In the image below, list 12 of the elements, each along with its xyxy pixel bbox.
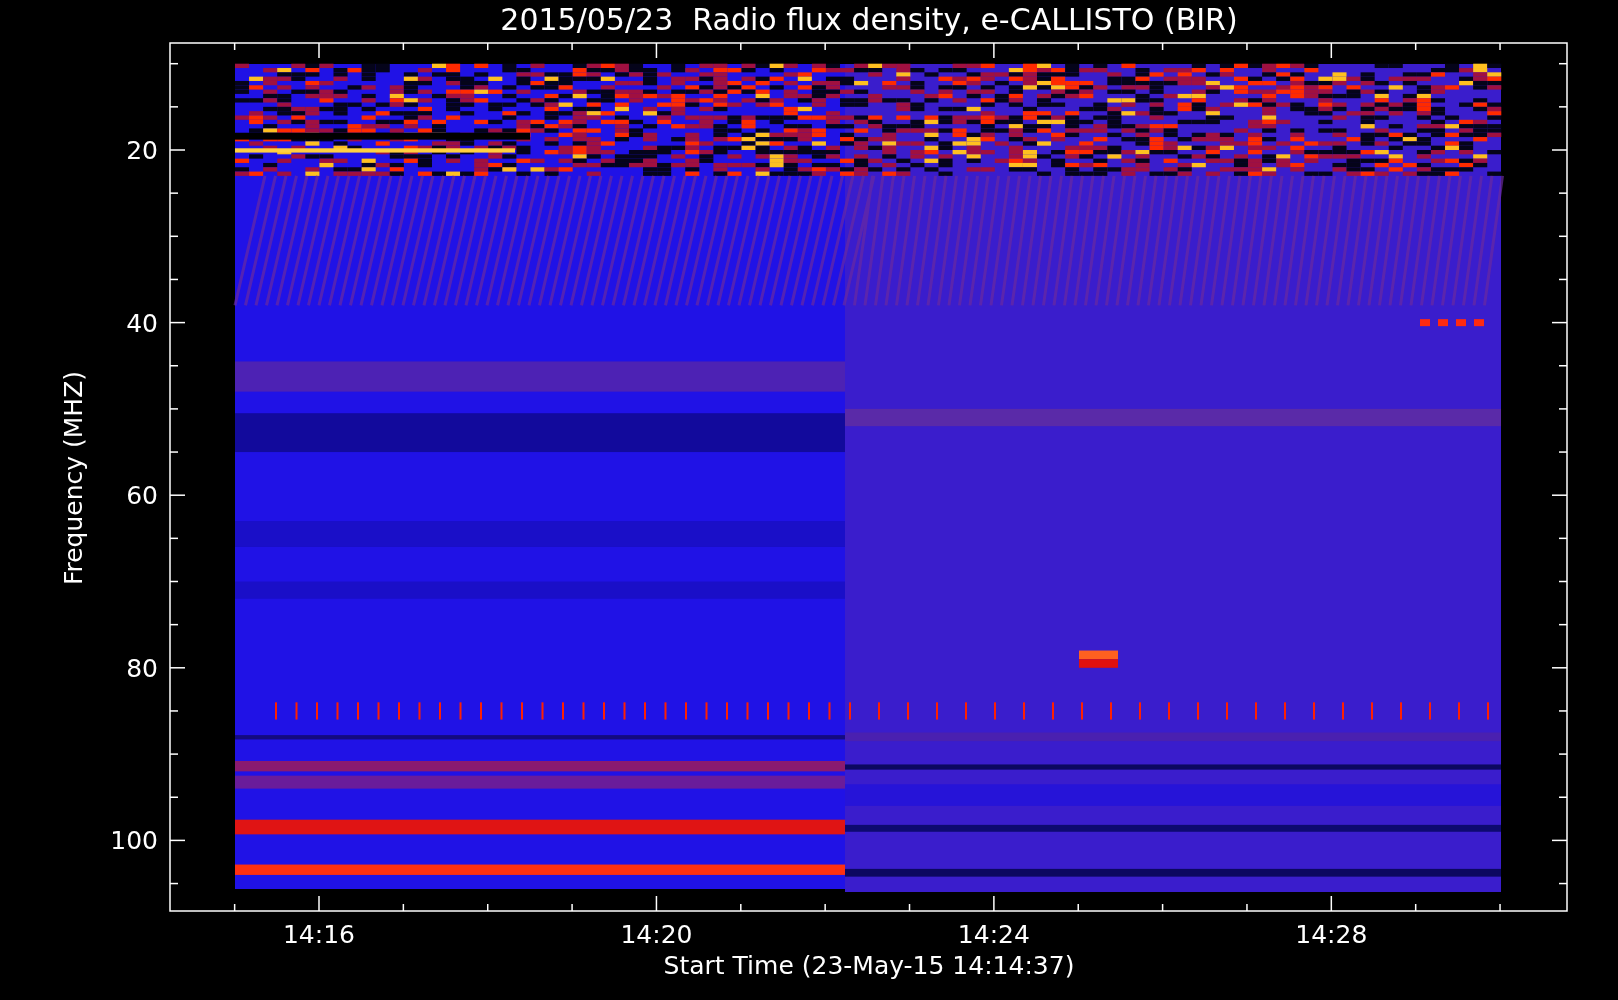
y-tick-label: 40	[126, 308, 158, 338]
y-tick-label: 60	[126, 481, 158, 511]
x-tick-label: 14:28	[1295, 920, 1368, 949]
x-axis-label: Start Time (23-May-15 14:14:37)	[663, 951, 1075, 980]
y-axis-label: Frequency (MHZ)	[59, 370, 88, 586]
y-tick-label: 80	[126, 653, 158, 683]
y-tick-label: 20	[126, 136, 158, 165]
x-tick-label: 14:20	[620, 920, 693, 949]
x-tick-label: 14:24	[957, 920, 1030, 949]
y-tick-label: 100	[110, 826, 158, 856]
x-tick-label: 14:16	[283, 920, 355, 949]
chart-title: 2015/05/23 Radio flux density, e-CALLISTO (BIR)	[500, 2, 1238, 37]
